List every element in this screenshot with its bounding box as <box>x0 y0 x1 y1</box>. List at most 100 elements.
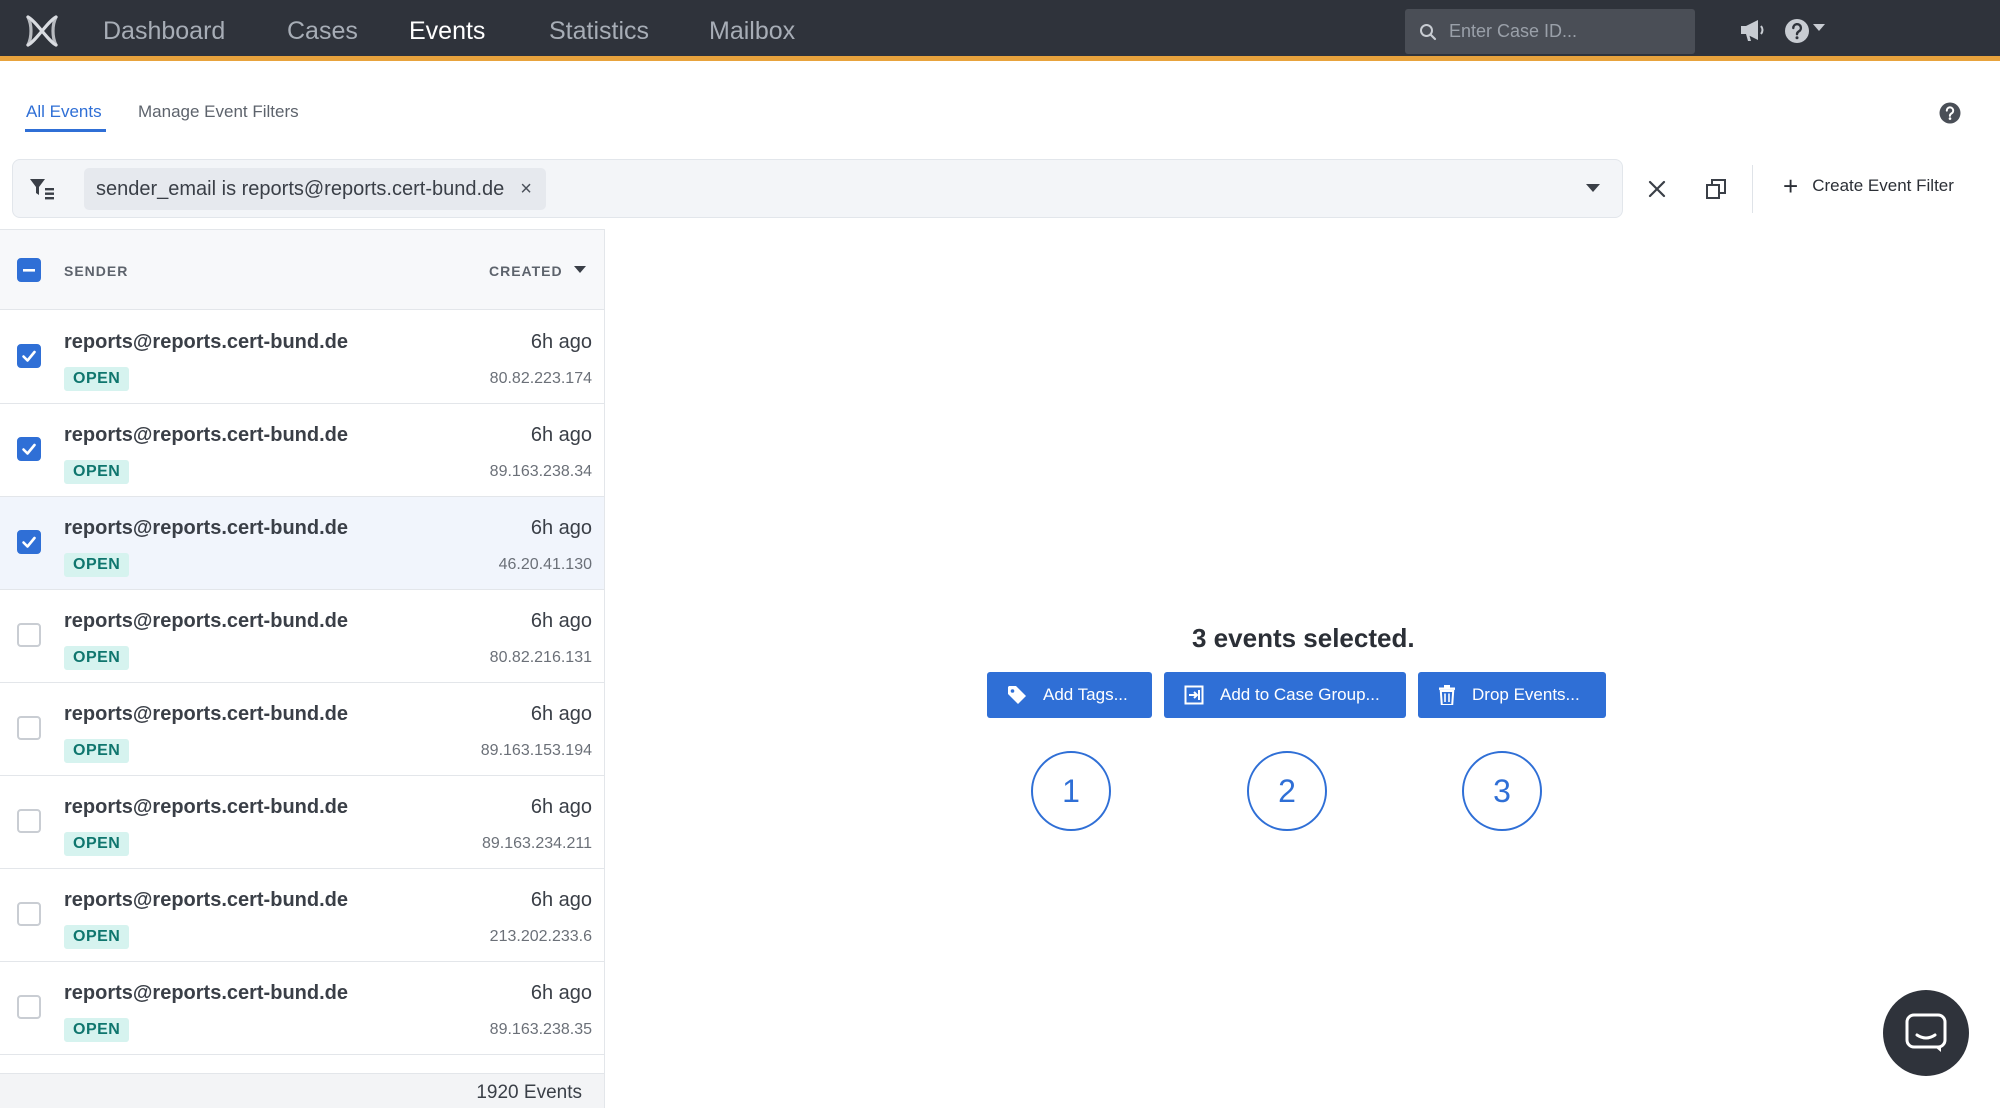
remove-filter-chip-icon[interactable]: × <box>520 178 532 201</box>
source-ip: 89.163.238.35 <box>489 1021 592 1038</box>
nav-events[interactable]: Events <box>409 17 485 46</box>
event-list-header: SENDER CREATED <box>0 230 604 310</box>
status-badge: OPEN <box>64 553 130 577</box>
trash-icon <box>1439 685 1455 705</box>
copy-filter-icon[interactable] <box>1705 178 1727 200</box>
list-item[interactable]: reports@reports.cert-bund.de 6h ago OPEN 80… <box>0 311 604 404</box>
chat-launcher-button[interactable] <box>1883 990 1969 1076</box>
status-badge: OPEN <box>64 1018 130 1042</box>
created-time: 6h ago <box>530 982 592 1004</box>
created-time: 6h ago <box>530 889 592 911</box>
nav-mailbox[interactable]: Mailbox <box>709 17 795 46</box>
search-icon <box>1420 23 1437 40</box>
nav-statistics[interactable]: Statistics <box>549 17 649 46</box>
row-checkbox[interactable] <box>17 623 41 647</box>
created-time: 6h ago <box>530 424 592 446</box>
case-search-box[interactable] <box>1405 9 1695 54</box>
add-tags-button[interactable]: Add Tags... <box>987 672 1152 718</box>
create-event-filter-button[interactable]: + Create Event Filter <box>1783 171 1954 201</box>
nav-cases[interactable]: Cases <box>287 17 358 46</box>
status-badge: OPEN <box>64 460 130 484</box>
row-checkbox[interactable] <box>17 530 41 554</box>
callout-number-2: 2 <box>1247 751 1327 831</box>
add-tags-label: Add Tags... <box>1043 685 1128 704</box>
tag-icon <box>1008 686 1026 704</box>
created-time: 6h ago <box>530 610 592 632</box>
created-time: 6h ago <box>530 703 592 725</box>
column-header-sender[interactable]: SENDER <box>64 263 128 279</box>
event-count: 1920 Events <box>476 1082 582 1103</box>
list-item[interactable]: reports@reports.cert-bund.de 6h ago OPEN 80… <box>0 590 604 683</box>
created-time: 6h ago <box>530 796 592 818</box>
list-item[interactable]: reports@reports.cert-bund.de 6h ago OPEN 89… <box>0 962 604 1055</box>
drop-events-label: Drop Events... <box>1472 685 1580 704</box>
help-icon[interactable] <box>1784 18 1810 44</box>
source-ip: 89.163.153.194 <box>480 742 592 759</box>
event-list-footer: 1920 Events <box>0 1073 604 1108</box>
sender-email: reports@reports.cert-bund.de <box>64 703 348 725</box>
source-ip: 89.163.238.34 <box>489 463 592 480</box>
plus-icon: + <box>1783 171 1799 201</box>
source-ip: 89.163.234.211 <box>481 835 592 852</box>
list-item[interactable]: reports@reports.cert-bund.de 6h ago OPEN 89… <box>0 404 604 497</box>
row-checkbox[interactable] <box>17 437 41 461</box>
status-badge: OPEN <box>64 646 130 670</box>
sender-email: reports@reports.cert-bund.de <box>64 982 348 1004</box>
filter-chip: sender_email is reports@reports.cert-bun… <box>84 168 546 210</box>
event-filter-bar[interactable]: sender_email is reports@reports.cert-bun… <box>12 159 1623 218</box>
status-badge: OPEN <box>64 925 130 949</box>
checkmark-icon <box>22 443 36 455</box>
sender-email: reports@reports.cert-bund.de <box>64 796 348 818</box>
created-time: 6h ago <box>530 331 592 353</box>
callout-number-3: 3 <box>1462 751 1542 831</box>
row-checkbox[interactable] <box>17 995 41 1019</box>
drop-events-button[interactable]: Drop Events... <box>1418 672 1606 718</box>
logo-icon[interactable] <box>22 11 62 51</box>
help-icon[interactable] <box>1939 102 1961 124</box>
tab-all-events[interactable]: All Events <box>26 102 102 122</box>
filter-dropdown-icon[interactable] <box>1586 183 1600 193</box>
filter-icon[interactable] <box>29 177 55 201</box>
minus-icon <box>23 269 35 272</box>
source-ip: 213.202.233.6 <box>489 928 592 945</box>
checkmark-icon <box>22 536 36 548</box>
list-item[interactable]: reports@reports.cert-bund.de 6h ago OPEN 46… <box>0 497 604 590</box>
sort-descending-icon[interactable] <box>574 266 586 274</box>
create-event-filter-label: Create Event Filter <box>1812 176 1954 195</box>
row-checkbox[interactable] <box>17 809 41 833</box>
top-navigation-bar: Dashboard Cases Events Statistics Mailbo… <box>0 0 2000 61</box>
sender-email: reports@reports.cert-bund.de <box>64 517 348 539</box>
sender-email: reports@reports.cert-bund.de <box>64 889 348 911</box>
add-to-case-group-label: Add to Case Group... <box>1220 685 1380 704</box>
megaphone-icon[interactable] <box>1738 17 1766 43</box>
chat-icon <box>1905 1013 1947 1052</box>
row-checkbox[interactable] <box>17 716 41 740</box>
checkmark-icon <box>22 350 36 362</box>
active-tab-indicator <box>25 129 106 132</box>
tab-manage-event-filters[interactable]: Manage Event Filters <box>138 102 299 122</box>
toolbar-divider <box>1752 165 1753 213</box>
status-badge: OPEN <box>64 739 130 763</box>
list-item[interactable]: reports@reports.cert-bund.de 6h ago OPEN 89… <box>0 683 604 776</box>
list-item[interactable]: reports@reports.cert-bund.de 6h ago OPEN 21… <box>0 869 604 962</box>
select-all-checkbox[interactable] <box>17 258 41 282</box>
case-id-input[interactable] <box>1449 21 1679 42</box>
add-to-case-group-button[interactable]: Add to Case Group... <box>1164 672 1406 718</box>
row-checkbox[interactable] <box>17 902 41 926</box>
row-checkbox[interactable] <box>17 344 41 368</box>
nav-dashboard[interactable]: Dashboard <box>103 17 225 46</box>
sender-email: reports@reports.cert-bund.de <box>64 424 348 446</box>
callout-number-1: 1 <box>1031 751 1111 831</box>
clear-filter-icon[interactable] <box>1648 180 1666 198</box>
status-badge: OPEN <box>64 832 130 856</box>
column-header-created[interactable]: CREATED <box>489 263 563 279</box>
event-list-pane: SENDER CREATED reports@reports.cert-bund… <box>0 229 605 1108</box>
created-time: 6h ago <box>530 517 592 539</box>
caret-down-icon[interactable] <box>1813 24 1825 32</box>
selection-summary: 3 events selected. <box>1192 623 1415 653</box>
filter-chip-label: sender_email is reports@reports.cert-bun… <box>96 177 505 200</box>
sender-email: reports@reports.cert-bund.de <box>64 610 348 632</box>
list-item[interactable]: reports@reports.cert-bund.de 6h ago OPEN 89… <box>0 776 604 869</box>
source-ip: 80.82.223.174 <box>489 370 592 387</box>
source-ip: 46.20.41.130 <box>498 556 592 573</box>
